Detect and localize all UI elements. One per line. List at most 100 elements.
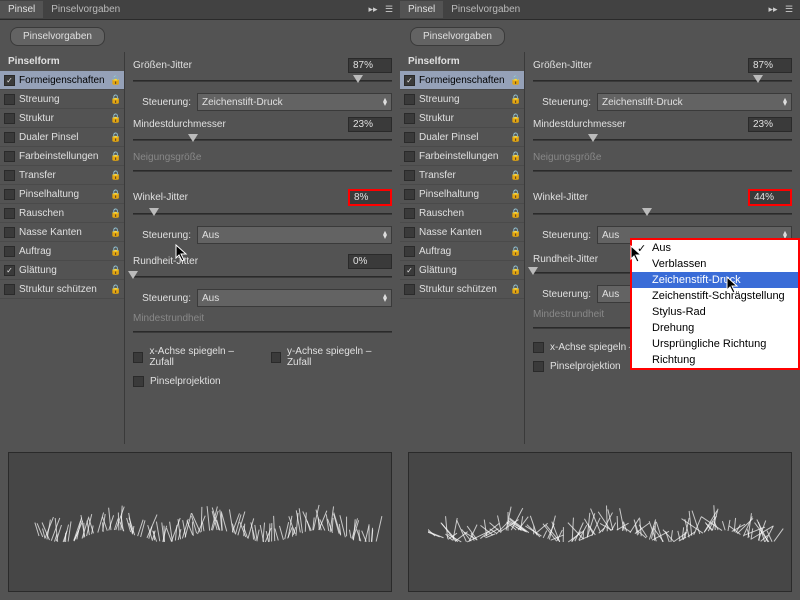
sidebar-item[interactable]: Dualer Pinsel🔒 bbox=[400, 128, 524, 147]
flip-x-checkbox[interactable] bbox=[533, 342, 544, 353]
sidebar-item[interactable]: Struktur schützen🔒 bbox=[400, 280, 524, 299]
lock-icon[interactable]: 🔒 bbox=[510, 93, 522, 105]
menu-item-fade[interactable]: Verblassen bbox=[632, 256, 798, 272]
lock-icon[interactable]: 🔒 bbox=[110, 150, 122, 162]
checkbox-icon[interactable] bbox=[4, 75, 15, 86]
checkbox-icon[interactable] bbox=[4, 208, 15, 219]
sidebar-item[interactable]: Auftrag🔒 bbox=[0, 242, 124, 261]
lock-icon[interactable]: 🔒 bbox=[110, 226, 122, 238]
checkbox-icon[interactable] bbox=[404, 227, 415, 238]
size-jitter-value[interactable]: 87% bbox=[348, 58, 392, 73]
sidebar-item[interactable]: Glättung🔒 bbox=[400, 261, 524, 280]
lock-icon[interactable]: 🔒 bbox=[510, 112, 522, 124]
lock-icon[interactable]: 🔒 bbox=[110, 283, 122, 295]
lock-icon[interactable]: 🔒 bbox=[510, 169, 522, 181]
lock-icon[interactable]: 🔒 bbox=[510, 131, 522, 143]
checkbox-icon[interactable] bbox=[404, 113, 415, 124]
tab-brush[interactable]: Pinsel bbox=[400, 1, 443, 18]
menu-icon[interactable]: ☰ bbox=[782, 3, 796, 17]
checkbox-icon[interactable] bbox=[4, 265, 15, 276]
tab-presets[interactable]: Pinselvorgaben bbox=[43, 1, 128, 18]
min-diam-value[interactable]: 23% bbox=[748, 117, 792, 132]
lock-icon[interactable]: 🔒 bbox=[510, 264, 522, 276]
checkbox-icon[interactable] bbox=[404, 75, 415, 86]
angle-jitter-slider[interactable] bbox=[133, 208, 392, 220]
menu-icon[interactable]: ☰ bbox=[382, 3, 396, 17]
lock-icon[interactable]: 🔒 bbox=[510, 245, 522, 257]
lock-icon[interactable]: 🔒 bbox=[110, 188, 122, 200]
lock-icon[interactable]: 🔒 bbox=[510, 188, 522, 200]
sidebar-item[interactable]: Streuung🔒 bbox=[400, 90, 524, 109]
angle-jitter-value[interactable]: 44% bbox=[748, 189, 792, 206]
checkbox-icon[interactable] bbox=[404, 170, 415, 181]
sidebar-item[interactable]: Transfer🔒 bbox=[0, 166, 124, 185]
checkbox-icon[interactable] bbox=[4, 170, 15, 181]
sidebar-item[interactable]: Farbeinstellungen🔒 bbox=[400, 147, 524, 166]
flip-y-checkbox[interactable] bbox=[271, 352, 281, 363]
round-jitter-slider[interactable] bbox=[133, 271, 392, 283]
lock-icon[interactable]: 🔒 bbox=[110, 112, 122, 124]
checkbox-icon[interactable] bbox=[404, 151, 415, 162]
checkbox-icon[interactable] bbox=[4, 113, 15, 124]
checkbox-icon[interactable] bbox=[404, 246, 415, 257]
sidebar-item[interactable]: Struktur🔒 bbox=[400, 109, 524, 128]
lock-icon[interactable]: 🔒 bbox=[510, 207, 522, 219]
menu-item-off[interactable]: Aus bbox=[632, 240, 798, 256]
angle-control-dropdown[interactable]: Aus▴▾ bbox=[197, 226, 392, 244]
brush-presets-button[interactable]: Pinselvorgaben bbox=[10, 27, 105, 46]
checkbox-icon[interactable] bbox=[4, 227, 15, 238]
size-jitter-value[interactable]: 87% bbox=[748, 58, 792, 73]
menu-item-rotation[interactable]: Drehung bbox=[632, 320, 798, 336]
sidebar-item[interactable]: Dualer Pinsel🔒 bbox=[0, 128, 124, 147]
lock-icon[interactable]: 🔒 bbox=[110, 93, 122, 105]
projection-checkbox[interactable] bbox=[533, 361, 544, 372]
menu-item-stylus-wheel[interactable]: Stylus-Rad bbox=[632, 304, 798, 320]
checkbox-icon[interactable] bbox=[404, 189, 415, 200]
lock-icon[interactable]: 🔒 bbox=[110, 131, 122, 143]
size-control-dropdown[interactable]: Zeichenstift-Druck▴▾ bbox=[597, 93, 792, 111]
checkbox-icon[interactable] bbox=[404, 284, 415, 295]
sidebar-item[interactable]: Struktur schützen🔒 bbox=[0, 280, 124, 299]
menu-item-pen-pressure[interactable]: Zeichenstift-Druck bbox=[632, 272, 798, 288]
angle-jitter-value[interactable]: 8% bbox=[348, 189, 392, 206]
checkbox-icon[interactable] bbox=[404, 208, 415, 219]
sidebar-item[interactable]: Nasse Kanten🔒 bbox=[400, 223, 524, 242]
lock-icon[interactable]: 🔒 bbox=[110, 74, 122, 86]
sidebar-item[interactable]: Pinselhaltung🔒 bbox=[0, 185, 124, 204]
sidebar-item[interactable]: Rauschen🔒 bbox=[400, 204, 524, 223]
sidebar-item[interactable]: Farbeinstellungen🔒 bbox=[0, 147, 124, 166]
sidebar-item[interactable]: Struktur🔒 bbox=[0, 109, 124, 128]
lock-icon[interactable]: 🔒 bbox=[110, 264, 122, 276]
round-jitter-value[interactable]: 0% bbox=[348, 254, 392, 269]
checkbox-icon[interactable] bbox=[404, 132, 415, 143]
checkbox-icon[interactable] bbox=[404, 265, 415, 276]
checkbox-icon[interactable] bbox=[4, 94, 15, 105]
flip-x-checkbox[interactable] bbox=[133, 352, 143, 363]
size-jitter-slider[interactable] bbox=[133, 75, 392, 87]
sidebar-item[interactable]: Pinselhaltung🔒 bbox=[400, 185, 524, 204]
lock-icon[interactable]: 🔒 bbox=[510, 150, 522, 162]
size-jitter-slider[interactable] bbox=[533, 75, 792, 87]
sidebar-item[interactable]: Auftrag🔒 bbox=[400, 242, 524, 261]
collapse-icon[interactable]: ▸▸ bbox=[366, 3, 380, 17]
sidebar-item[interactable]: Formeigenschaften🔒 bbox=[0, 71, 124, 90]
angle-jitter-slider[interactable] bbox=[533, 208, 792, 220]
checkbox-icon[interactable] bbox=[404, 94, 415, 105]
checkbox-icon[interactable] bbox=[4, 246, 15, 257]
menu-item-pen-tilt[interactable]: Zeichenstift-Schrägstellung bbox=[632, 288, 798, 304]
sidebar-item[interactable]: Transfer🔒 bbox=[400, 166, 524, 185]
min-diam-slider[interactable] bbox=[533, 134, 792, 146]
lock-icon[interactable]: 🔒 bbox=[110, 207, 122, 219]
lock-icon[interactable]: 🔒 bbox=[110, 245, 122, 257]
sidebar-item[interactable]: Nasse Kanten🔒 bbox=[0, 223, 124, 242]
sidebar-item[interactable]: Streuung🔒 bbox=[0, 90, 124, 109]
checkbox-icon[interactable] bbox=[4, 132, 15, 143]
round-control-dropdown[interactable]: Aus▴▾ bbox=[197, 289, 392, 307]
checkbox-icon[interactable] bbox=[4, 189, 15, 200]
tab-presets[interactable]: Pinselvorgaben bbox=[443, 1, 528, 18]
brush-presets-button[interactable]: Pinselvorgaben bbox=[410, 27, 505, 46]
menu-item-direction[interactable]: Richtung bbox=[632, 352, 798, 368]
lock-icon[interactable]: 🔒 bbox=[510, 74, 522, 86]
lock-icon[interactable]: 🔒 bbox=[110, 169, 122, 181]
sidebar-item[interactable]: Glättung🔒 bbox=[0, 261, 124, 280]
